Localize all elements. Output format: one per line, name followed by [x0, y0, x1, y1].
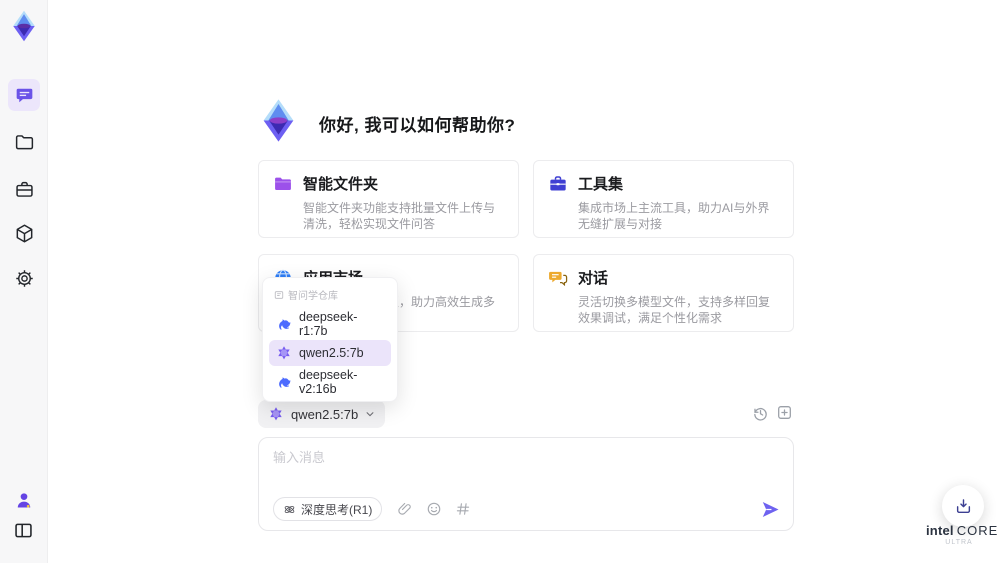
sidebar-item-account[interactable] [13, 489, 35, 511]
model-option-label: deepseek-v2:16b [299, 368, 358, 396]
chat-bubbles-icon [548, 268, 568, 288]
app-logo-icon [7, 9, 41, 43]
history-icon[interactable] [752, 405, 769, 422]
emoji-icon[interactable] [426, 501, 442, 517]
new-chat-icon[interactable] [776, 404, 793, 421]
chevron-down-icon [365, 409, 375, 419]
card-title: 对话 [578, 270, 609, 287]
model-option-qwen[interactable]: qwen2.5:7b [269, 340, 391, 366]
panel-icon [13, 520, 34, 541]
sidebar-item-chat[interactable] [8, 79, 40, 111]
message-input[interactable] [273, 447, 773, 489]
composer-toolbar: 深度思考(R1) [273, 497, 781, 521]
card-description: 集成市场上主流工具，助力AI与外界无缝扩展与对接 [578, 201, 770, 231]
sidebar-item-files[interactable] [13, 131, 35, 153]
folder-icon [14, 132, 35, 153]
card-toolset[interactable]: 工具集 集成市场上主流工具，助力AI与外界无缝扩展与对接 [533, 160, 794, 238]
model-option-label: deepseek-r1:7b [299, 310, 358, 338]
deepseek-icon [276, 316, 292, 332]
model-option-label: qwen2.5:7b [299, 346, 364, 360]
sidebar-item-tools[interactable] [13, 178, 35, 200]
gear-icon [14, 268, 35, 289]
card-dialogue[interactable]: 对话 灵活切换多模型文件，支持多样回复效果调试，满足个性化需求 [533, 254, 794, 332]
card-smart-folder[interactable]: 智能文件夹 智能文件夹功能支持批量文件上传与清洗，轻松实现文件问答 [258, 160, 519, 238]
chat-icon [15, 86, 34, 105]
card-title: 智能文件夹 [303, 176, 379, 193]
card-description: 智能文件夹功能支持批量文件上传与清洗，轻松实现文件问答 [303, 201, 496, 231]
model-option-deepseek-r1[interactable]: deepseek-r1:7b [269, 310, 391, 338]
qwen-icon [268, 406, 284, 422]
app-window: 你好, 我可以如何帮助你? 智能文件夹 智能文件夹功能支持批量文件上传与清洗，轻… [0, 0, 1000, 563]
model-dropdown-header: 智问学仓库 [269, 283, 391, 308]
paperclip-icon[interactable] [397, 501, 413, 517]
sidebar-item-models[interactable] [13, 222, 35, 244]
toolbox-icon [14, 179, 35, 200]
intel-core-badge: intel CORE ULTRA [926, 523, 997, 546]
sidebar [0, 0, 48, 563]
deep-think-label: 深度思考(R1) [301, 502, 373, 517]
card-description: 灵活切换多模型文件，支持多样回复效果调试，满足个性化需求 [578, 295, 771, 325]
intel-tier-text: ULTRA [945, 539, 973, 546]
download-icon [954, 497, 973, 516]
download-button[interactable] [942, 485, 984, 527]
deepseek-icon [276, 374, 292, 390]
user-icon [14, 490, 34, 510]
library-icon [274, 290, 284, 300]
folder-filled-icon [273, 174, 293, 194]
model-option-deepseek-v2[interactable]: deepseek-v2:16b [269, 368, 391, 396]
qwen-icon [276, 345, 292, 361]
send-icon[interactable] [760, 499, 781, 520]
intel-logo-text: intel [926, 523, 954, 538]
page-title: 你好, 我可以如何帮助你? [319, 116, 516, 135]
card-title: 工具集 [578, 176, 624, 193]
cube-icon [14, 223, 35, 244]
atom-icon [283, 503, 296, 516]
model-dropdown: 智问学仓库 deepseek-r1:7b qwen2.5:7b deepseek… [262, 277, 398, 402]
deep-think-toggle[interactable]: 深度思考(R1) [273, 497, 383, 521]
message-composer: 深度思考(R1) [258, 437, 794, 531]
model-selector-value: qwen2.5:7b [291, 406, 359, 422]
sidebar-item-collapse[interactable] [12, 519, 34, 541]
toolbox-filled-icon [548, 174, 568, 194]
model-dropdown-header-label: 智问学仓库 [288, 291, 338, 302]
model-selector[interactable]: qwen2.5:7b [258, 400, 386, 428]
hash-icon[interactable] [455, 501, 471, 517]
sidebar-item-settings[interactable] [13, 267, 35, 289]
greeting-logo-icon [255, 97, 302, 144]
core-logo-text: CORE [956, 523, 999, 538]
